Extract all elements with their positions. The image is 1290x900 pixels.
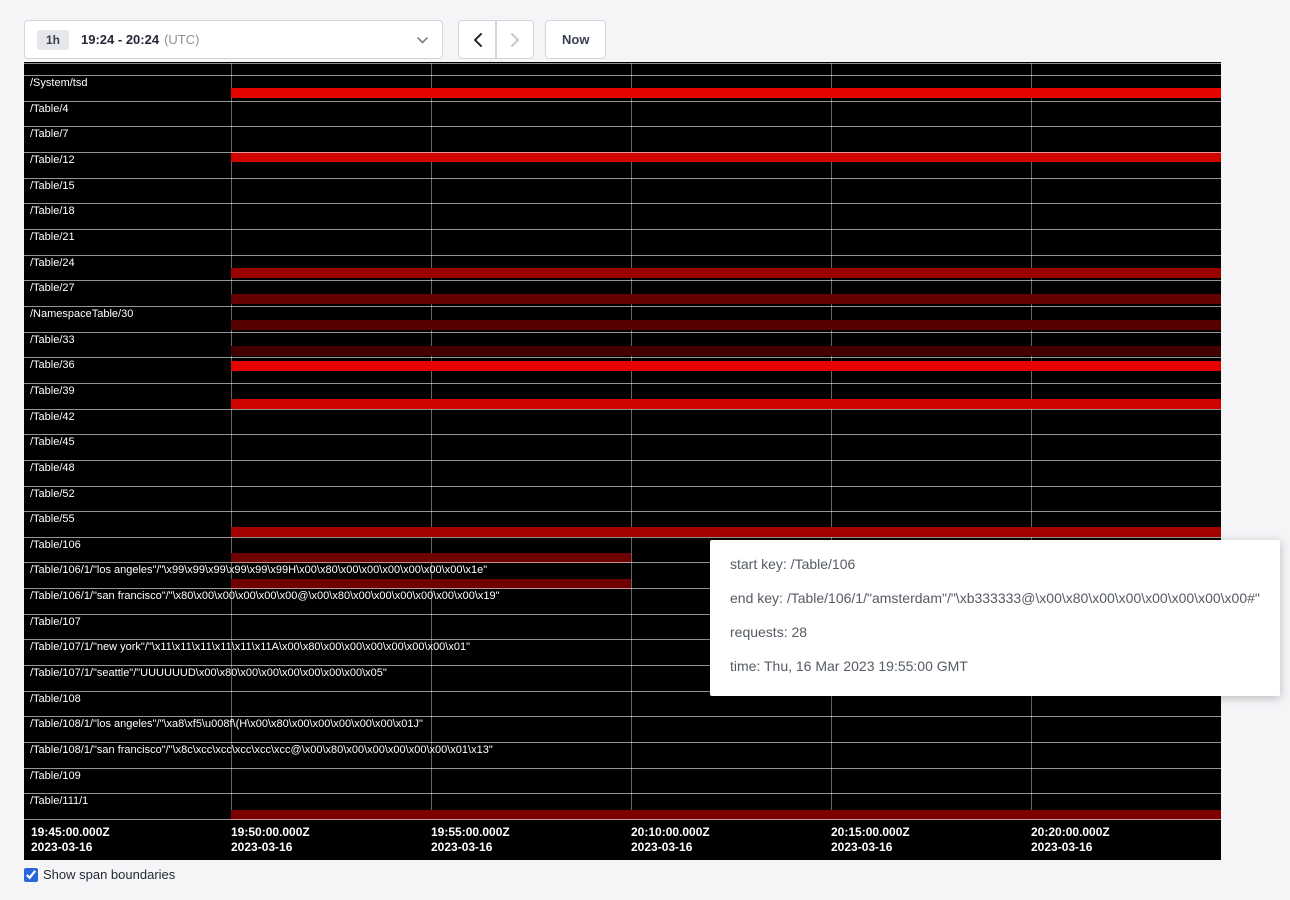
show-span-boundaries-label: Show span boundaries [43,867,175,882]
span-key-label: /Table/108/1/"san francisco"/"\x8c\xcc\x… [30,744,493,757]
span-row[interactable]: /NamespaceTable/30 [24,306,1221,332]
time-nav-group [458,20,534,59]
span-key-label: /Table/106 [30,539,81,552]
span-key-label: /Table/55 [30,513,75,526]
span-key-label: /Table/106/1/"los angeles"/"\x99\x99\x99… [30,564,487,577]
span-row[interactable]: /Table/45 [24,434,1221,460]
key-visualizer-page: 1h 19:24 - 20:24 (UTC) Now /System/tsd/T… [0,0,1290,900]
span-row[interactable]: /Table/15 [24,178,1221,204]
span-row[interactable]: /Table/52 [24,486,1221,512]
tooltip-line: end key: /Table/106/1/"amsterdam"/"\xb33… [730,588,1260,608]
span-row[interactable]: /Table/12 [24,152,1221,178]
timezone-label: (UTC) [164,32,199,47]
chevron-down-icon [417,37,428,44]
span-key-label: /Table/7 [30,128,69,141]
span-key-label: /NamespaceTable/30 [30,308,133,321]
time-range-picker[interactable]: 1h 19:24 - 20:24 (UTC) [24,20,443,59]
time-range-label: 19:24 - 20:24 [81,32,159,47]
span-row[interactable]: /Table/27 [24,280,1221,306]
span-row[interactable]: /Table/42 [24,409,1221,435]
span-row[interactable]: /Table/39 [24,383,1221,409]
span-key-label: /Table/107/1/"new york"/"\x11\x11\x11\x1… [30,641,470,654]
span-row[interactable]: /Table/111/1 [24,793,1221,820]
span-key-label: /Table/108 [30,693,81,706]
footer-controls: Show span boundaries [24,867,175,882]
span-row[interactable]: /Table/7 [24,126,1221,152]
span-key-label: /Table/42 [30,411,75,424]
time-axis-label: 20:15:00.000Z2023-03-16 [831,825,910,855]
span-row[interactable]: /Table/24 [24,255,1221,281]
span-row[interactable]: /Table/33 [24,332,1221,358]
time-axis-label: 19:45:00.000Z2023-03-16 [31,825,110,855]
span-row[interactable]: /System/tsd [24,75,1221,101]
time-toolbar: 1h 19:24 - 20:24 (UTC) Now [24,20,606,59]
span-key-label: /Table/39 [30,385,75,398]
span-key-label: /Table/48 [30,462,75,475]
span-key-label: /Table/33 [30,334,75,347]
span-row[interactable]: /Table/36 [24,357,1221,383]
span-row[interactable]: /Table/55 [24,511,1221,537]
chevron-left-icon [473,33,482,47]
span-key-label: /Table/107 [30,616,81,629]
span-key-label: /Table/45 [30,436,75,449]
span-row[interactable]: /Table/48 [24,460,1221,486]
duration-badge: 1h [37,30,69,50]
span-row[interactable]: /Table/109 [24,768,1221,794]
span-key-label: /Table/52 [30,488,75,501]
span-key-label: /Table/18 [30,205,75,218]
time-axis-label: 19:55:00.000Z2023-03-16 [431,825,510,855]
span-row[interactable]: /Table/108/1/"los angeles"/"\xa8\xf5\u00… [24,716,1221,742]
time-axis-label: 20:20:00.000Z2023-03-16 [1031,825,1110,855]
span-key-label: /Table/109 [30,770,81,783]
next-time-button[interactable] [496,20,534,59]
span-row[interactable]: /Table/18 [24,203,1221,229]
span-key-label: /Table/27 [30,282,75,295]
show-span-boundaries-checkbox[interactable] [24,868,38,882]
span-key-label: /Table/21 [30,231,75,244]
span-tooltip: start key: /Table/106 end key: /Table/106… [710,540,1280,696]
chevron-right-icon [511,33,520,47]
span-key-label: /Table/107/1/"seattle"/"UUUUUUD\x00\x80\… [30,667,387,680]
span-key-label: /Table/106/1/"san francisco"/"\x80\x00\x… [30,590,500,603]
tooltip-line: time: Thu, 16 Mar 2023 19:55:00 GMT [730,656,1260,676]
tooltip-line: start key: /Table/106 [730,554,1260,574]
span-key-label: /Table/4 [30,103,69,116]
span-key-label: /Table/111/1 [30,795,88,808]
time-axis-label: 19:50:00.000Z2023-03-16 [231,825,310,855]
span-row[interactable]: /Table/4 [24,101,1221,127]
heatmap-rows: /System/tsd/Table/4/Table/7/Table/12/Tab… [24,75,1221,820]
span-row[interactable]: /Table/21 [24,229,1221,255]
tooltip-line: requests: 28 [730,622,1260,642]
span-row[interactable]: /Table/108/1/"san francisco"/"\x8c\xcc\x… [24,742,1221,768]
time-axis-label: 20:10:00.000Z2023-03-16 [631,825,710,855]
span-key-label: /System/tsd [30,77,87,90]
span-key-label: /Table/12 [30,154,75,167]
span-key-label: /Table/15 [30,180,75,193]
span-key-label: /Table/24 [30,257,75,270]
heatmap-canvas[interactable]: /System/tsd/Table/4/Table/7/Table/12/Tab… [24,62,1221,860]
span-key-label: /Table/108/1/"los angeles"/"\xa8\xf5\u00… [30,718,423,731]
span-key-label: /Table/36 [30,359,75,372]
prev-time-button[interactable] [458,20,496,59]
now-button[interactable]: Now [545,20,606,59]
